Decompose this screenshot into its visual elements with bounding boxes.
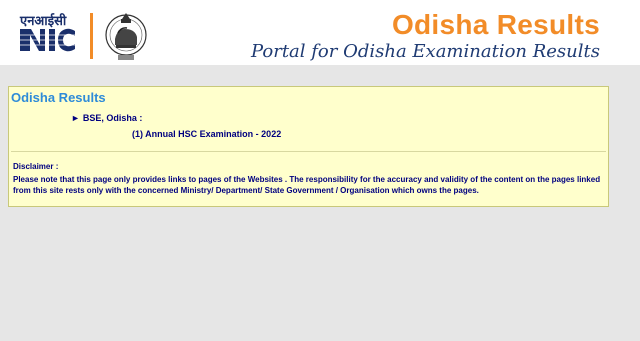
triangle-right-icon: ►	[71, 113, 80, 123]
exam-result-link[interactable]: (1) Annual HSC Examination - 2022	[132, 129, 281, 139]
board-label: BSE, Odisha :	[82, 113, 143, 123]
logo-divider	[90, 13, 93, 59]
header-separator	[0, 65, 640, 85]
disclaimer-section: Disclaimer : Please note that this page …	[11, 151, 606, 206]
site-subtitle: Portal for Odisha Examination Results	[251, 41, 600, 62]
panel-title: Odisha Results	[11, 90, 106, 105]
disclaimer-text: Please note that this page only provides…	[13, 175, 601, 195]
nic-logo-icon	[20, 28, 76, 52]
results-panel: Odisha Results ► BSE, Odisha : (1) Annual…	[8, 86, 609, 207]
site-header: एनआईसी Odisha Results Portal for Odisha	[0, 3, 640, 65]
odisha-emblem-icon	[105, 13, 147, 60]
board-heading: ► BSE, Odisha :	[71, 113, 142, 123]
disclaimer-title: Disclaimer :	[13, 162, 59, 171]
site-title: Odisha Results	[391, 9, 600, 40]
nic-logo[interactable]: एनआईसी	[20, 11, 90, 61]
